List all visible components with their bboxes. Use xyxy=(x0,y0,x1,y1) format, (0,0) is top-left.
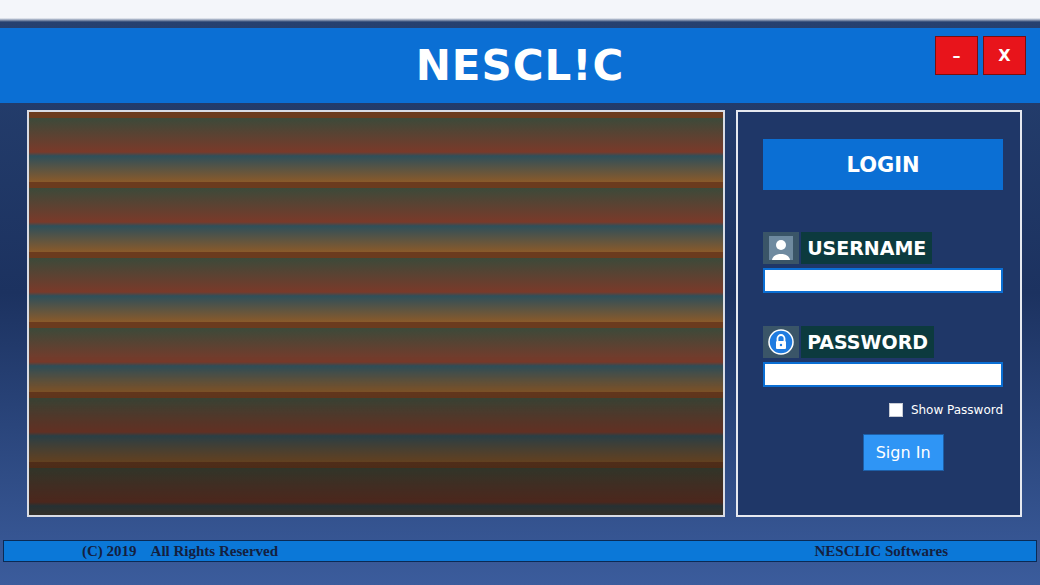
form-field: USERNAME xyxy=(763,232,1003,293)
login-panel: LOGIN USERNAME PASSWORD Show Password Sign I… xyxy=(736,110,1022,517)
sign-in-button[interactable]: Sign In xyxy=(863,434,944,471)
user-icon xyxy=(769,236,793,260)
company-text: NESCLIC Softwares xyxy=(815,543,948,560)
field-icon-box xyxy=(763,326,799,358)
title-bar: NESCL!C –X xyxy=(0,28,1040,103)
login-window: NESCL!C –X LOGIN USERNAME PASSWORD Show Passw… xyxy=(0,0,1040,585)
field-label-row: PASSWORD xyxy=(763,326,1003,358)
field-label: USERNAME xyxy=(801,232,932,264)
main-area: LOGIN USERNAME PASSWORD Show Password Sign I… xyxy=(0,110,1040,517)
library-photo xyxy=(27,110,725,517)
show-password-label: Show Password xyxy=(911,403,1003,417)
field-label-row: USERNAME xyxy=(763,232,1003,264)
rights-text: All Rights Reserved xyxy=(151,543,279,560)
login-heading: LOGIN xyxy=(763,139,1003,190)
lock-icon xyxy=(768,329,794,355)
password-input[interactable] xyxy=(763,362,1003,387)
show-password-checkbox[interactable] xyxy=(889,403,903,417)
form-field: PASSWORD xyxy=(763,326,1003,387)
minimize-button[interactable]: – xyxy=(935,36,978,75)
window-controls: –X xyxy=(935,36,1026,75)
show-password-option[interactable]: Show Password xyxy=(763,403,1003,417)
status-bar: (C) 2019 All Rights Reserved NESCLIC Softw… xyxy=(3,540,1037,562)
copyright-text: (C) 2019 xyxy=(82,543,137,560)
app-title: NESCL!C xyxy=(416,41,625,90)
copyright-group: (C) 2019 All Rights Reserved xyxy=(82,543,278,560)
field-label: PASSWORD xyxy=(801,326,934,358)
field-icon-box xyxy=(763,232,799,264)
close-button[interactable]: X xyxy=(983,36,1026,75)
username-input[interactable] xyxy=(763,268,1003,293)
